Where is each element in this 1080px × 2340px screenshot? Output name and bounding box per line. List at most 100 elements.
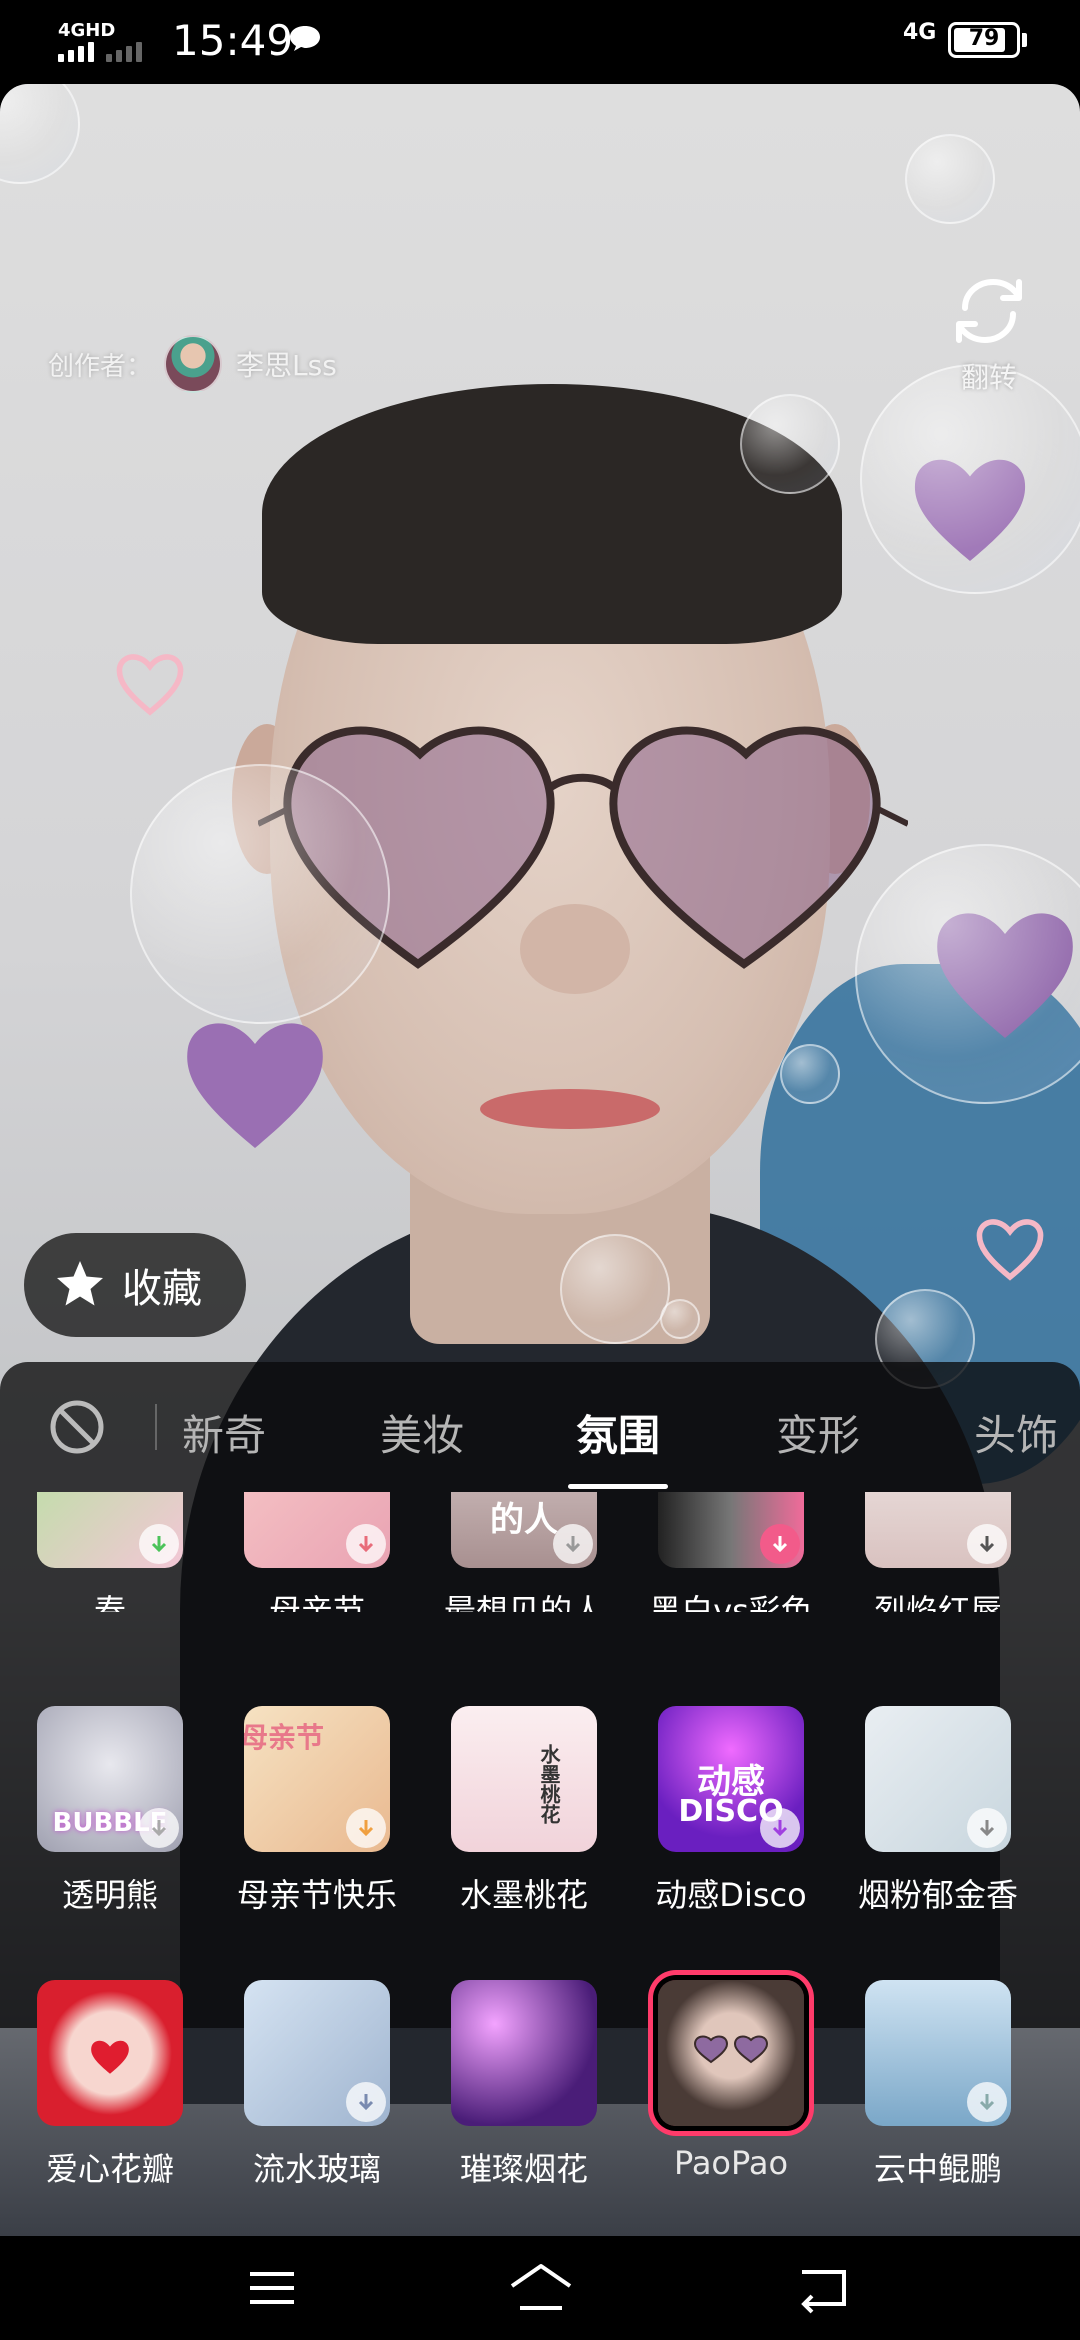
- thumb-text: 母亲节: [244, 1721, 324, 1754]
- creator-info[interactable]: 创作者： 李思Lss: [48, 334, 337, 394]
- download-icon: [760, 1808, 800, 1848]
- bubble-effect: [780, 1044, 840, 1104]
- thumb-text: 水墨桃花: [537, 1744, 561, 1824]
- bubble-effect: [860, 364, 1080, 594]
- effect-item-pink-tulip[interactable]: 烟粉郁金香: [843, 1706, 1033, 1916]
- download-icon: [139, 1808, 179, 1848]
- effect-thumb: 母亲节: [244, 1706, 390, 1852]
- tab-makeup[interactable]: 美妆: [380, 1402, 464, 1463]
- download-icon: [967, 1808, 1007, 1848]
- active-tab-indicator: [568, 1484, 668, 1489]
- creator-avatar[interactable]: [164, 335, 223, 393]
- download-icon: [346, 2082, 386, 2122]
- effect-item-want-to-see[interactable]: 的人 最想见的人: [429, 1492, 619, 1612]
- heart-glasses-icon: [693, 2035, 769, 2064]
- effect-label: 烟粉郁金香: [857, 1876, 1018, 1914]
- bubble-effect: [0, 84, 80, 184]
- effect-item-spring[interactable]: 春: [15, 1492, 205, 1612]
- download-icon: [967, 1524, 1007, 1564]
- effect-label: 璀璨烟花: [459, 2150, 588, 2188]
- effect-thumb: BUBBLE: [37, 1706, 183, 1852]
- effect-thumb: [865, 1980, 1011, 2126]
- clock: 15:49: [172, 16, 294, 65]
- effect-item-disco[interactable]: 动感 DISCO 动感Disco: [636, 1706, 826, 1916]
- effects-panel: 新奇 美妆 氛围 变形 头饰: [0, 1362, 1080, 2028]
- effect-label: 爱心花瓣: [45, 2150, 174, 2188]
- effect-label: 水墨桃花: [459, 1876, 588, 1914]
- bubble-effect: [905, 134, 995, 224]
- effect-item-fireworks[interactable]: 璀璨烟花: [429, 1980, 619, 2190]
- no-effect-icon[interactable]: [48, 1398, 106, 1456]
- outline-heart-effect: [116, 654, 184, 716]
- effect-item-red-lips[interactable]: 烈焰红唇: [843, 1492, 1033, 1612]
- bubble-effect: [130, 764, 390, 1024]
- subject-lips: [480, 1089, 660, 1129]
- home-icon[interactable]: [506, 2258, 576, 2318]
- cell-type: 4G: [903, 20, 937, 45]
- message-icon: [290, 26, 320, 51]
- tab-separator: [155, 1404, 157, 1450]
- effect-item-flowing-glass[interactable]: 流水玻璃: [222, 1980, 412, 2190]
- star-icon: [57, 1261, 103, 1306]
- effect-item-ink-peach[interactable]: 水墨桃花 水墨桃花: [429, 1706, 619, 1916]
- effect-label: 黑白vs彩色: [649, 1592, 813, 1612]
- effect-item-mothers-day[interactable]: 母亲节: [222, 1492, 412, 1612]
- effect-label: 母亲节: [268, 1592, 365, 1612]
- tab-novelty[interactable]: 新奇: [182, 1402, 266, 1463]
- battery-icon: 79: [948, 22, 1020, 58]
- flip-camera-label: 翻转: [960, 361, 1017, 394]
- bubble-effect: [560, 1234, 670, 1344]
- effect-thumb: [37, 1980, 183, 2126]
- effect-label: 母亲节快乐: [236, 1876, 397, 1914]
- tab-headwear[interactable]: 头饰: [974, 1402, 1058, 1463]
- download-icon: [139, 1524, 179, 1564]
- effect-label: 云中鲲鹏: [873, 2150, 1002, 2188]
- signal-icon: [58, 40, 148, 62]
- download-icon: [346, 1808, 386, 1848]
- effect-item-paopao[interactable]: PaoPao: [636, 1980, 826, 2182]
- effect-thumb: [658, 1492, 804, 1568]
- battery-tip: [1022, 33, 1027, 47]
- favorite-button[interactable]: 收藏: [24, 1233, 246, 1337]
- favorite-label: 收藏: [122, 1266, 202, 1312]
- effect-thumb: [451, 1980, 597, 2126]
- effect-label: 动感Disco: [655, 1876, 807, 1914]
- effect-label: 烈焰红唇: [873, 1592, 1002, 1612]
- effect-label: 最想见的人: [443, 1592, 604, 1612]
- system-nav-bar: [0, 2236, 1080, 2340]
- effect-item-heart-petals[interactable]: 爱心花瓣: [15, 1980, 205, 2190]
- effect-label: 透明熊: [61, 1876, 158, 1914]
- effects-row-partial: 春 母亲节 的人 最想见的人 黑白vs彩色 烈焰红唇: [0, 1492, 1080, 1612]
- purple-heart-effect: [187, 1023, 323, 1148]
- effect-item-bw-color[interactable]: 黑白vs彩色: [636, 1492, 826, 1612]
- download-icon: [346, 1524, 386, 1564]
- effect-label: PaoPao: [673, 2144, 789, 2182]
- tab-atmosphere[interactable]: 氛围: [576, 1402, 660, 1463]
- flip-camera-button[interactable]: 翻转: [944, 274, 1034, 396]
- creator-label: 创作者：: [48, 351, 153, 382]
- effect-item-transparent-bear[interactable]: BUBBLE 透明熊: [15, 1706, 205, 1916]
- heart-icon: [91, 2040, 129, 2074]
- effect-thumb: 水墨桃花: [451, 1706, 597, 1852]
- network-type: 4GHD: [58, 20, 116, 41]
- effect-thumb: [865, 1706, 1011, 1852]
- back-icon[interactable]: [794, 2258, 854, 2318]
- download-icon: [967, 2082, 1007, 2122]
- effect-item-kun-peng[interactable]: 云中鲲鹏: [843, 1980, 1033, 2190]
- tab-deform[interactable]: 变形: [776, 1402, 860, 1463]
- status-bar: 4GHD 15:49 4G 79: [0, 0, 1080, 84]
- effect-thumb: [244, 1980, 390, 2126]
- effect-thumb: [658, 1980, 804, 2126]
- effect-label: 春: [93, 1592, 126, 1612]
- effect-thumb: [37, 1492, 183, 1568]
- bubble-effect: [660, 1299, 700, 1339]
- creator-name[interactable]: 李思Lss: [236, 344, 337, 384]
- menu-icon[interactable]: [242, 2258, 302, 2318]
- flip-camera-icon: [956, 278, 1022, 344]
- download-icon: [553, 1524, 593, 1564]
- effect-thumb: [865, 1492, 1011, 1568]
- effect-thumb: 的人: [451, 1492, 597, 1568]
- outline-heart-effect: [976, 1219, 1044, 1281]
- effect-item-happy-mothers-day[interactable]: 母亲节 母亲节快乐: [222, 1706, 412, 1916]
- effect-thumb: [244, 1492, 390, 1568]
